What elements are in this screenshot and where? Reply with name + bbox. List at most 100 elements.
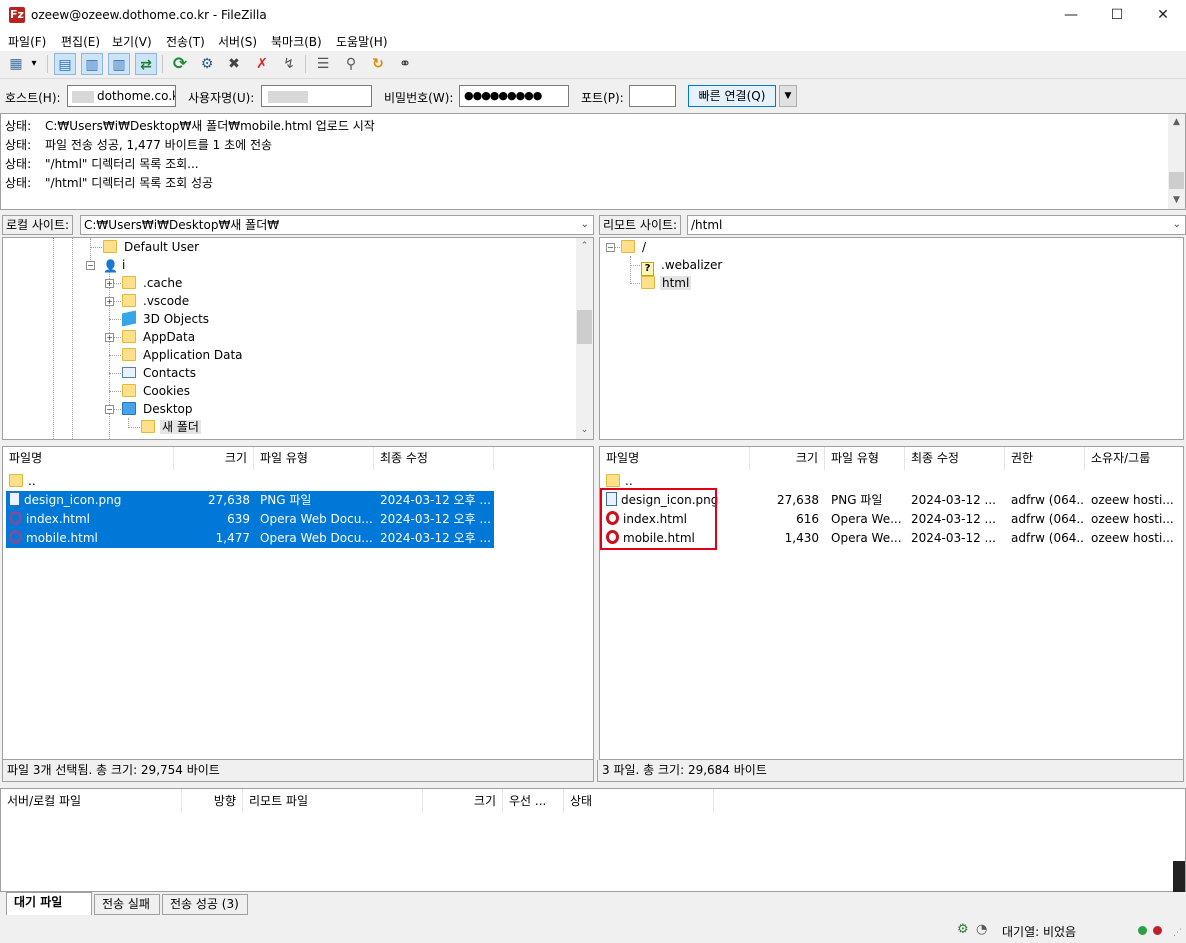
remote-tree-root[interactable]: / <box>621 238 648 256</box>
menu-view[interactable]: 보기(V) <box>112 33 152 50</box>
local-path-input[interactable]: C:₩Users₩i₩Desktop₩새 폴더₩ ⌄ <box>80 215 594 235</box>
column-header-modified[interactable]: 최종 수정 <box>374 447 494 470</box>
sync-browse-icon[interactable]: ↻ <box>367 53 389 75</box>
queue-tabs: 대기 파일 전송 실패 전송 성공 (3) <box>0 892 1186 918</box>
remote-path-input[interactable]: /html ⌄ <box>687 215 1186 235</box>
queue-header-size[interactable]: 크기 <box>423 789 503 813</box>
remote-site-label: 리모트 사이트: <box>599 215 682 235</box>
disconnect-icon[interactable]: ✗ <box>251 53 273 75</box>
site-manager-icon[interactable]: ▦ <box>5 53 27 75</box>
tree-item-3d-objects[interactable]: 3D Objects <box>122 310 211 328</box>
led-red-icon <box>1153 926 1162 935</box>
local-directory-tree[interactable]: Default User − 👤 i + .cache + .vscode 3D … <box>2 237 594 440</box>
cancel-icon[interactable]: ✖ <box>223 53 245 75</box>
tree-item-appdata[interactable]: AppData <box>122 328 197 346</box>
toggle-log-icon[interactable]: ▤ <box>54 53 76 75</box>
log-line: 상태: C:₩Users₩i₩Desktop₩새 폴더₩mobile.html 업… <box>5 119 375 133</box>
tree-item-user-i[interactable]: 👤 i <box>103 256 127 274</box>
speed-limit-icon[interactable]: ⚙ <box>957 922 969 937</box>
queue-header-priority[interactable]: 우선 ... <box>503 789 564 813</box>
quickconnect-button[interactable]: 빠른 연결(Q) <box>688 85 776 107</box>
remote-directory-tree[interactable]: − / ? .webalizer html <box>599 237 1184 440</box>
message-log[interactable]: 상태: C:₩Users₩i₩Desktop₩새 폴더₩mobile.html 업… <box>0 113 1186 210</box>
column-header-size[interactable]: 크기 <box>750 447 825 470</box>
scroll-up-icon: ▲ <box>1173 117 1180 127</box>
window-title: ozeew@ozeew.dothome.co.kr - FileZilla <box>31 8 267 22</box>
status-bar: ⚙ ◔ 대기열: 비었음 ⋰ <box>0 918 1186 943</box>
local-site-label: 로컬 사이트: <box>2 215 74 235</box>
toggle-queue-icon[interactable]: ⇄ <box>135 53 157 75</box>
tree-item-cookies[interactable]: Cookies <box>122 382 192 400</box>
password-label: 비밀번호(W): <box>384 91 454 105</box>
parent-directory-row[interactable]: .. <box>3 472 493 491</box>
remote-tree-webalizer[interactable]: ? .webalizer <box>641 256 724 276</box>
tree-item-vscode[interactable]: .vscode <box>122 292 191 310</box>
encryption-icon[interactable]: ◔ <box>976 922 987 937</box>
table-row[interactable]: design_icon.png 27,638 PNG 파일 2024-03-12… <box>6 491 494 510</box>
port-input[interactable] <box>629 85 676 107</box>
queue-header-status[interactable]: 상태 <box>564 789 714 813</box>
remote-site-bar: 리모트 사이트: /html ⌄ <box>597 214 1186 236</box>
scroll-down-icon: ▼ <box>1173 195 1180 205</box>
folder-icon <box>621 240 635 253</box>
queue-header-remote-file[interactable]: 리모트 파일 <box>243 789 423 813</box>
tab-queued-files[interactable]: 대기 파일 <box>6 892 92 915</box>
menu-help[interactable]: 도움말(H) <box>336 33 388 50</box>
column-header-size[interactable]: 크기 <box>174 447 254 470</box>
quickconnect-dropdown-icon[interactable]: ▼ <box>779 85 797 107</box>
menu-bookmarks[interactable]: 북마크(B) <box>271 33 322 50</box>
menu-server[interactable]: 서버(S) <box>218 33 257 50</box>
reconnect-icon[interactable]: ↯ <box>278 53 300 75</box>
log-scrollbar[interactable]: ▲ ▼ <box>1168 114 1185 209</box>
process-queue-icon[interactable]: ⚙ <box>196 53 218 75</box>
tree-item-new-folder[interactable]: 새 폴더 <box>141 418 201 436</box>
folder-icon <box>9 474 23 487</box>
menu-file[interactable]: 파일(F) <box>8 33 46 50</box>
menu-bar: 파일(F) 편집(E) 보기(V) 전송(T) 서버(S) 북마크(B) 도움말… <box>0 31 1186 51</box>
tree-item-cache[interactable]: .cache <box>122 274 184 292</box>
column-header-owner[interactable]: 소유자/그룹 <box>1085 447 1183 470</box>
queue-header-local-file[interactable]: 서버/로컬 파일 <box>1 789 182 813</box>
tree-item-desktop[interactable]: Desktop <box>122 400 195 418</box>
scrollbar-thumb[interactable] <box>1173 861 1185 892</box>
transfer-queue[interactable]: 서버/로컬 파일 방향 리모트 파일 크기 우선 ... 상태 <box>0 788 1186 892</box>
table-row[interactable]: index.html 639 Opera Web Docu... 2024-03… <box>6 510 494 529</box>
toggle-remote-tree-icon[interactable]: ▥ <box>108 53 130 75</box>
password-input[interactable]: ●●●●●●●●● <box>459 85 569 107</box>
resize-grip-icon[interactable]: ⋰ <box>1173 928 1182 938</box>
tree-item-default-user[interactable]: Default User <box>103 238 201 256</box>
close-button[interactable]: ✕ <box>1140 0 1186 31</box>
search-icon[interactable]: ⚲ <box>340 53 362 75</box>
port-label: 포트(P): <box>581 91 624 105</box>
refresh-icon[interactable]: ⟳ <box>169 53 191 75</box>
remote-tree-html[interactable]: html <box>641 274 692 292</box>
username-label: 사용자명(U): <box>188 91 255 105</box>
folder-icon <box>606 474 620 487</box>
menu-edit[interactable]: 편집(E) <box>61 33 100 50</box>
user-icon: 👤 <box>103 259 118 273</box>
local-file-list[interactable]: 파일명 ^ 크기 파일 유형 최종 수정 .. design_icon.png … <box>2 446 594 760</box>
tab-failed-transfers[interactable]: 전송 실패 <box>94 894 160 915</box>
tree-item-application-data[interactable]: Application Data <box>122 346 245 364</box>
toggle-local-tree-icon[interactable]: ▥ <box>81 53 103 75</box>
minimize-button[interactable]: — <box>1048 0 1094 31</box>
username-input[interactable] <box>261 85 372 107</box>
title-bar: Fz ozeew@ozeew.dothome.co.kr - FileZilla… <box>0 0 1186 31</box>
menu-transfer[interactable]: 전송(T) <box>166 33 205 50</box>
column-header-permissions[interactable]: 권한 <box>1005 447 1085 470</box>
local-tree-scrollbar[interactable]: ⌃ ⌄ <box>576 238 593 439</box>
host-input[interactable]: dothome.co.kr <box>67 85 176 107</box>
tab-successful-transfers[interactable]: 전송 성공 (3) <box>162 894 248 915</box>
column-header-type[interactable]: 파일 유형 <box>825 447 905 470</box>
directory-filter-icon[interactable]: ☰ <box>312 53 334 75</box>
folder-icon <box>641 276 655 289</box>
tree-item-contacts[interactable]: Contacts <box>122 364 198 382</box>
column-header-type[interactable]: 파일 유형 <box>254 447 374 470</box>
find-files-icon[interactable]: ⚭ <box>394 53 416 75</box>
column-header-modified[interactable]: 최종 수정 <box>905 447 1005 470</box>
log-line: 상태: "/html" 디렉터리 목록 조회... <box>5 157 199 171</box>
table-row[interactable]: mobile.html 1,477 Opera Web Docu... 2024… <box>6 529 494 548</box>
queue-header-direction[interactable]: 방향 <box>182 789 243 813</box>
maximize-button[interactable]: ☐ <box>1094 0 1140 31</box>
site-manager-dropdown-icon[interactable]: ▾ <box>27 53 41 75</box>
